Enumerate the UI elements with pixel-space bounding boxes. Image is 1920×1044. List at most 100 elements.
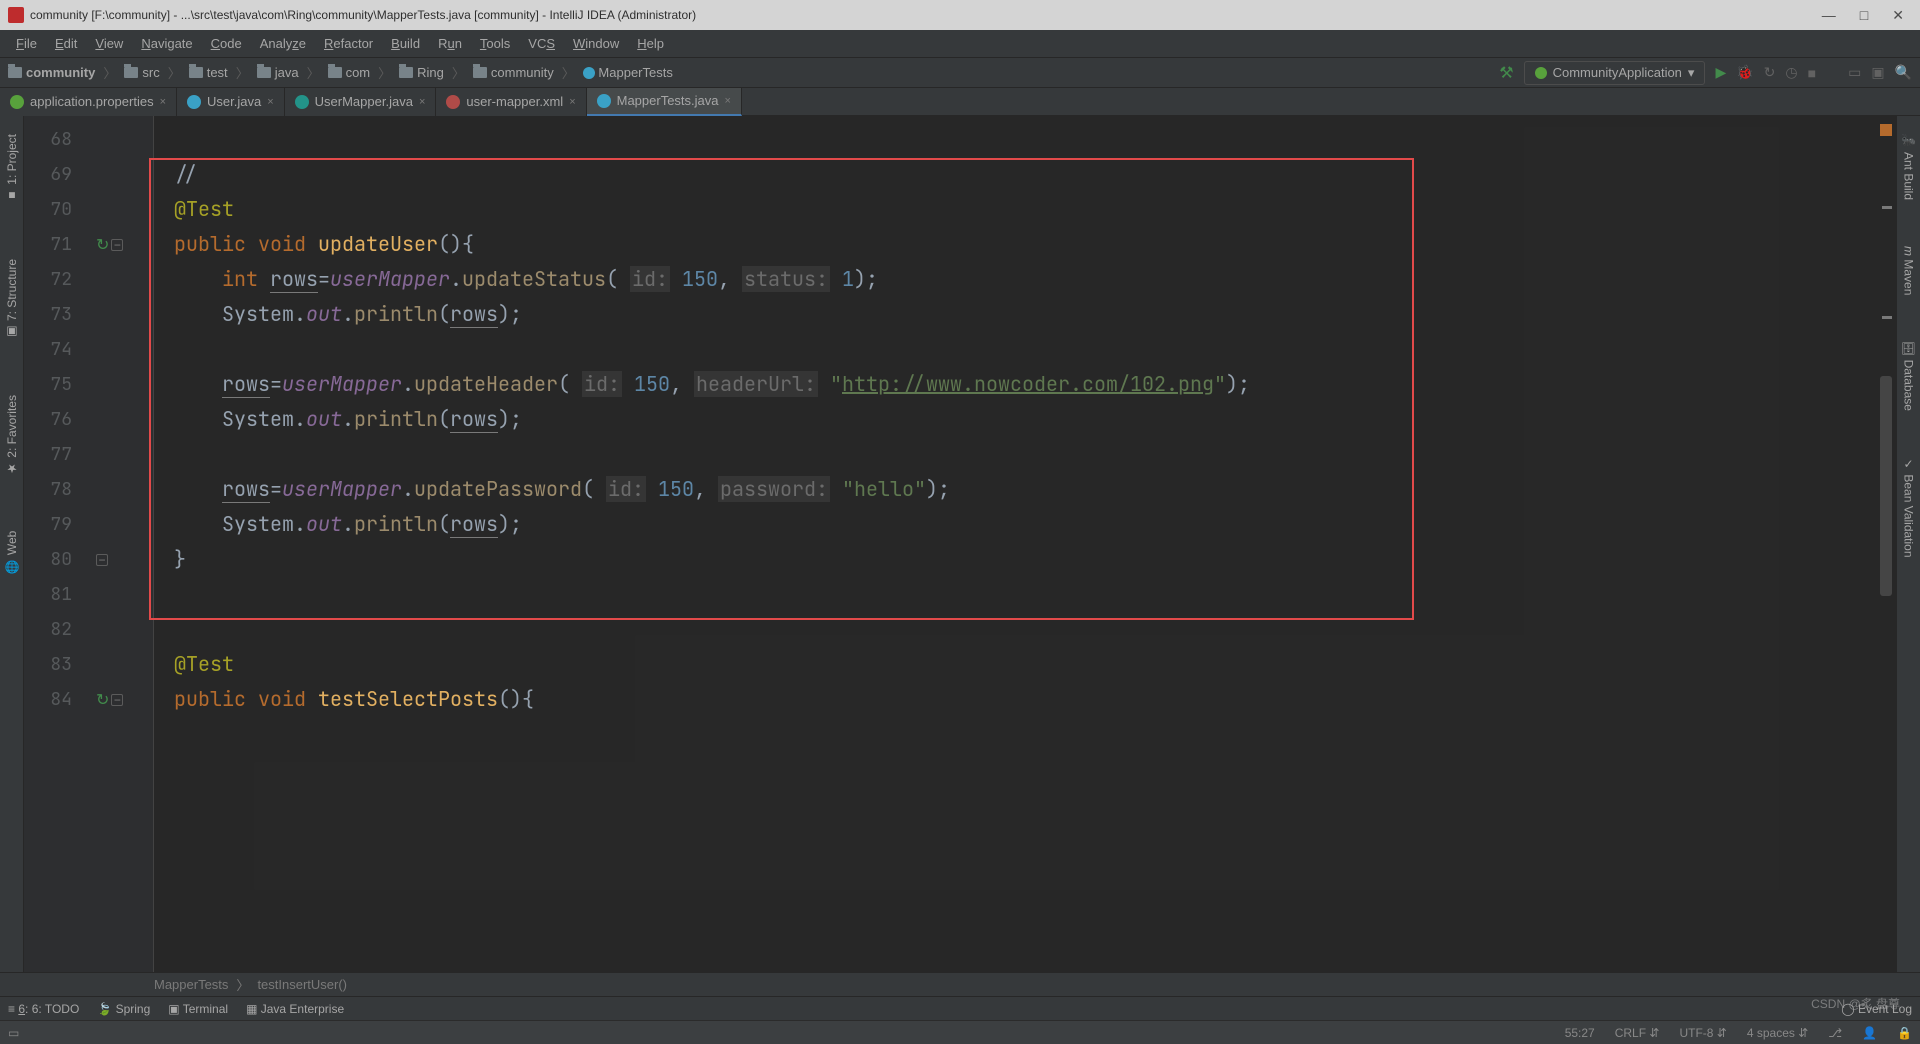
crumb-class[interactable]: MapperTests — [154, 977, 228, 992]
menu-vcs[interactable]: VCS — [520, 34, 563, 53]
breadcrumb-com[interactable]: com — [328, 65, 371, 80]
breadcrumb-java[interactable]: java — [257, 65, 299, 80]
breadcrumb-root[interactable]: community — [8, 65, 95, 80]
tool-spring[interactable]: 🍃 Spring — [97, 1002, 150, 1016]
breadcrumb-community[interactable]: community — [473, 65, 554, 80]
menu-analyze[interactable]: Analyze — [252, 34, 314, 53]
fold-icon[interactable]: − — [111, 694, 123, 706]
close-icon[interactable]: × — [267, 96, 273, 108]
run-gutter-icon[interactable]: ↻ — [96, 690, 109, 710]
menu-code[interactable]: Code — [203, 34, 250, 53]
spring-icon — [1535, 67, 1547, 79]
tool-bean[interactable]: ✓ Bean Validation — [1902, 449, 1916, 566]
stop-icon[interactable]: ■ — [1808, 65, 1816, 81]
menu-tools[interactable]: Tools — [472, 34, 518, 53]
run-gutter-icon[interactable]: ↻ — [96, 235, 109, 255]
left-toolbar: ■ 1: Project ▣ 7: Structure ★ 2: Favorit… — [0, 116, 24, 972]
breadcrumb-test[interactable]: test — [189, 65, 228, 80]
tab-application-properties[interactable]: application.properties× — [0, 88, 177, 116]
line-separator[interactable]: CRLF ⇵ — [1615, 1026, 1660, 1040]
editor-tabs: application.properties× User.java× UserM… — [0, 88, 1920, 116]
run-config-selector[interactable]: CommunityApplication ▾ — [1524, 61, 1706, 85]
status-icon[interactable]: ▭ — [8, 1026, 19, 1040]
coverage-icon[interactable]: ↻ — [1764, 64, 1776, 81]
menu-run[interactable]: Run — [430, 34, 470, 53]
profile-icon[interactable]: ◷ — [1785, 64, 1797, 81]
leaf-icon — [10, 95, 24, 109]
gutter: 68697071 72737475 76777879 80818283 84 ↻… — [24, 116, 154, 972]
menu-build[interactable]: Build — [383, 34, 428, 53]
menu-edit[interactable]: Edit — [47, 34, 85, 53]
run-icon[interactable]: ▶ — [1715, 64, 1726, 81]
watermark: CSDN @炙 盘尊 — [1811, 995, 1900, 1012]
menu-file[interactable]: File — [8, 34, 45, 53]
close-icon[interactable]: × — [725, 95, 731, 107]
line-numbers: 68697071 72737475 76777879 80818283 84 — [24, 116, 92, 972]
scroll-markers — [1878, 116, 1892, 972]
lock-icon[interactable]: 🔒 — [1897, 1026, 1912, 1040]
tab-mappertests-java[interactable]: MapperTests.java× — [587, 88, 742, 116]
tool-terminal[interactable]: ▣ Terminal — [168, 1002, 228, 1016]
chevron-down-icon: ▾ — [1688, 65, 1695, 81]
tool-java-ee[interactable]: ▦ Java Enterprise — [246, 1002, 344, 1016]
tool-todo[interactable]: ≡ 6: 6: TODO — [8, 1002, 79, 1016]
debug-icon[interactable]: 🐞 — [1736, 64, 1753, 81]
editor-breadcrumbs: MapperTests 〉 testInsertUser() — [0, 972, 1920, 996]
close-icon[interactable]: ✕ — [1892, 7, 1904, 24]
encoding[interactable]: UTF-8 ⇵ — [1679, 1026, 1726, 1040]
window-title: community [F:\community] - ...\src\test\… — [30, 8, 1822, 22]
search-icon[interactable]: 🔍 — [1895, 64, 1912, 81]
build-icon[interactable]: ⚒ — [1499, 63, 1513, 83]
menu-refactor[interactable]: Refactor — [316, 34, 381, 53]
tool-structure[interactable]: ▣ 7: Structure — [5, 251, 19, 347]
close-icon[interactable]: × — [419, 96, 425, 108]
maximize-icon[interactable]: □ — [1860, 7, 1868, 24]
breadcrumb-ring[interactable]: Ring — [399, 65, 444, 80]
class-icon — [597, 94, 611, 108]
xml-icon — [446, 95, 460, 109]
menu-window[interactable]: Window — [565, 34, 627, 53]
tab-user-mapper-xml[interactable]: user-mapper.xml× — [436, 88, 586, 116]
app-icon — [8, 7, 24, 23]
tool-ant[interactable]: 🐜 Ant Build — [1902, 126, 1916, 208]
tool-maven[interactable]: m Maven — [1902, 238, 1916, 303]
main-area: ■ 1: Project ▣ 7: Structure ★ 2: Favorit… — [0, 116, 1920, 972]
right-toolbar: 🐜 Ant Build m Maven 🗄 Database ✓ Bean Va… — [1896, 116, 1920, 972]
fold-icon[interactable]: − — [111, 239, 123, 251]
close-icon[interactable]: × — [569, 96, 575, 108]
status-bar: ▭ 55:27 CRLF ⇵ UTF-8 ⇵ 4 spaces ⇵ ⎇ 👤 🔒 — [0, 1020, 1920, 1044]
git-icon[interactable]: ⎇ — [1828, 1026, 1842, 1040]
tab-user-java[interactable]: User.java× — [177, 88, 285, 116]
crumb-method[interactable]: testInsertUser() — [257, 977, 347, 992]
tab-usermapper-java[interactable]: UserMapper.java× — [285, 88, 437, 116]
inspect-icon[interactable]: 👤 — [1862, 1026, 1877, 1040]
breadcrumb-src[interactable]: src — [124, 65, 159, 80]
editor[interactable]: 68697071 72737475 76777879 80818283 84 ↻… — [24, 116, 1896, 972]
tool-database[interactable]: 🗄 Database — [1902, 333, 1916, 419]
menu-help[interactable]: Help — [629, 34, 672, 53]
interface-icon — [295, 95, 309, 109]
run-config-label: CommunityApplication — [1553, 65, 1682, 80]
indent[interactable]: 4 spaces ⇵ — [1747, 1026, 1808, 1040]
navigation-bar: community 〉 src 〉 test 〉 java 〉 com 〉 Ri… — [0, 58, 1920, 88]
menubar: File Edit View Navigate Code Analyze Ref… — [0, 30, 1920, 58]
layout-icon[interactable]: ▭ — [1848, 64, 1861, 81]
tool-project[interactable]: ■ 1: Project — [5, 126, 19, 211]
breadcrumb-file[interactable]: MapperTests — [583, 65, 673, 80]
tool-web[interactable]: 🌐 Web — [5, 523, 19, 582]
close-icon[interactable]: × — [160, 96, 166, 108]
window-controls: — □ ✕ — [1822, 7, 1912, 24]
class-icon — [187, 95, 201, 109]
code-area[interactable]: // @Test public void updateUser(){ int r… — [154, 116, 1896, 972]
menu-view[interactable]: View — [87, 34, 131, 53]
minimize-icon[interactable]: — — [1822, 7, 1836, 24]
fold-icon[interactable]: − — [96, 554, 108, 566]
structure-icon[interactable]: ▣ — [1871, 64, 1884, 81]
bottom-tool-bar: ≡ 6: 6: TODO 🍃 Spring ▣ Terminal ▦ Java … — [0, 996, 1920, 1020]
menu-navigate[interactable]: Navigate — [133, 34, 200, 53]
titlebar: community [F:\community] - ...\src\test\… — [0, 0, 1920, 30]
cursor-position[interactable]: 55:27 — [1565, 1026, 1595, 1040]
tool-favorites[interactable]: ★ 2: Favorites — [5, 387, 19, 484]
scrollbar-thumb[interactable] — [1880, 376, 1892, 596]
gutter-icons: ↻− − ↻− — [92, 116, 154, 972]
